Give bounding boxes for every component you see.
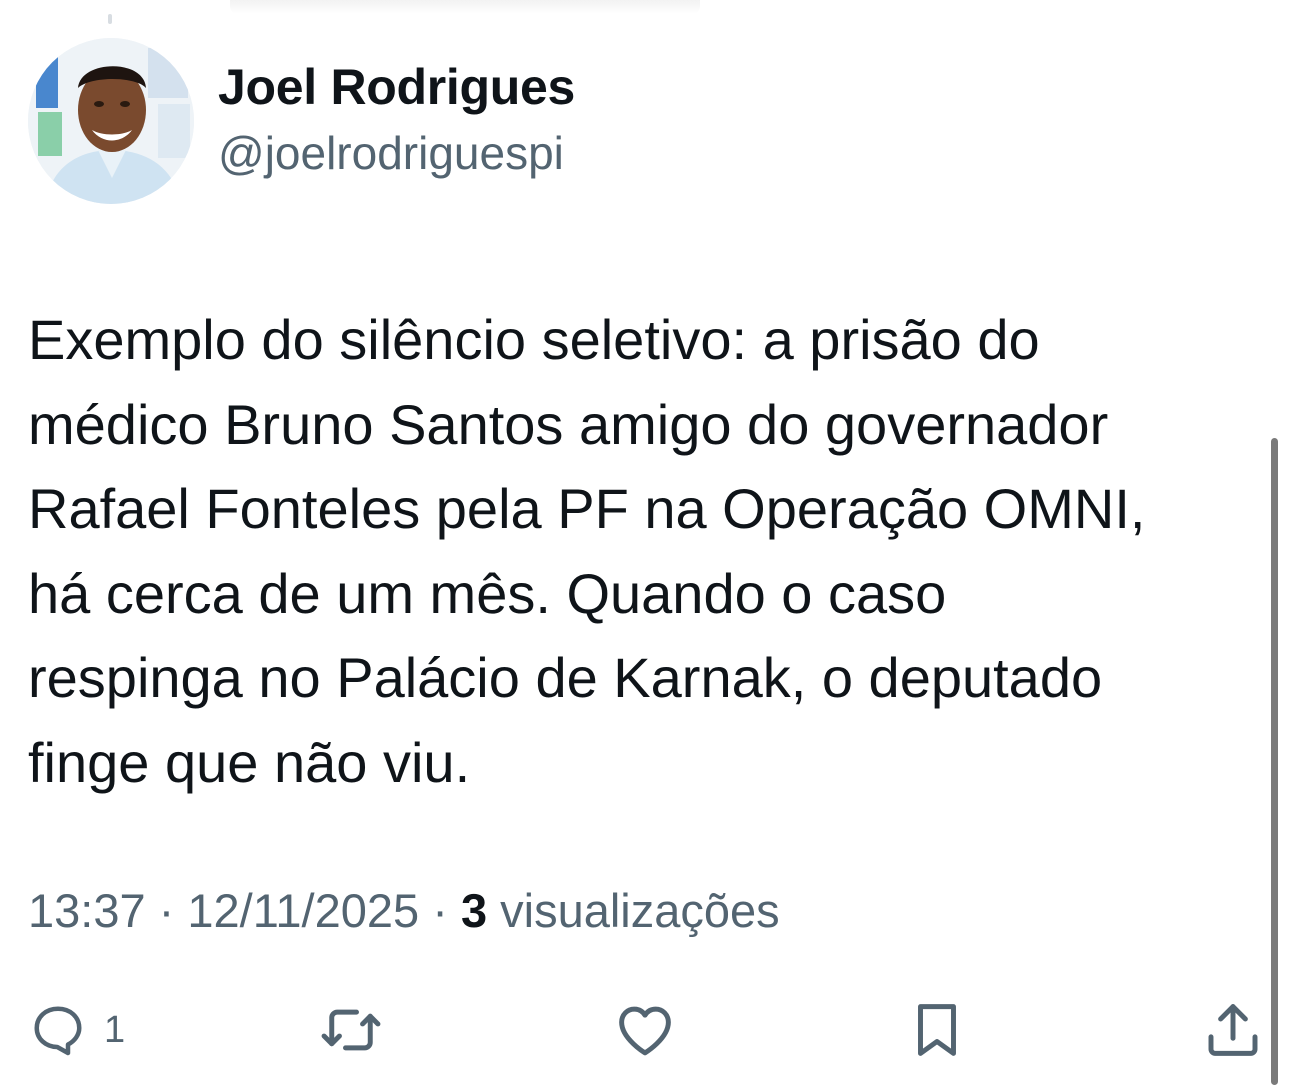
reply-button[interactable]: 1 xyxy=(28,995,125,1065)
tweet-actions: 1 xyxy=(0,995,1290,1065)
share-icon xyxy=(1208,1004,1258,1056)
view-count: 3 xyxy=(460,884,488,937)
tweet-meta: 13:37 · 12/11/2025 · 3 visualizações xyxy=(28,883,780,938)
retweet-icon xyxy=(321,1009,381,1051)
bookmark-button[interactable] xyxy=(904,995,970,1065)
reply-icon xyxy=(34,1006,82,1056)
avatar[interactable] xyxy=(28,38,194,204)
avatar-photo xyxy=(28,38,194,204)
views-label: visualizações xyxy=(487,884,780,937)
top-divider-tick xyxy=(108,14,112,24)
top-fade xyxy=(230,0,700,14)
reply-count: 1 xyxy=(104,1008,126,1051)
author-handle[interactable]: @joelrodriguespi xyxy=(218,126,564,180)
share-button[interactable] xyxy=(1200,995,1266,1065)
tweet-time[interactable]: 13:37 xyxy=(28,884,146,937)
scrollbar[interactable] xyxy=(1271,438,1278,1085)
like-icon xyxy=(619,1006,671,1056)
author-name[interactable]: Joel Rodrigues xyxy=(218,58,575,116)
meta-separator: · xyxy=(419,884,461,937)
tweet-text: Exemplo do silêncio seletivo: a prisão d… xyxy=(28,308,1146,794)
meta-separator: · xyxy=(145,884,188,937)
bookmark-icon xyxy=(918,1004,956,1056)
tweet-date[interactable]: 12/11/2025 xyxy=(187,884,419,937)
retweet-button[interactable] xyxy=(318,995,384,1065)
like-button[interactable] xyxy=(612,995,678,1065)
